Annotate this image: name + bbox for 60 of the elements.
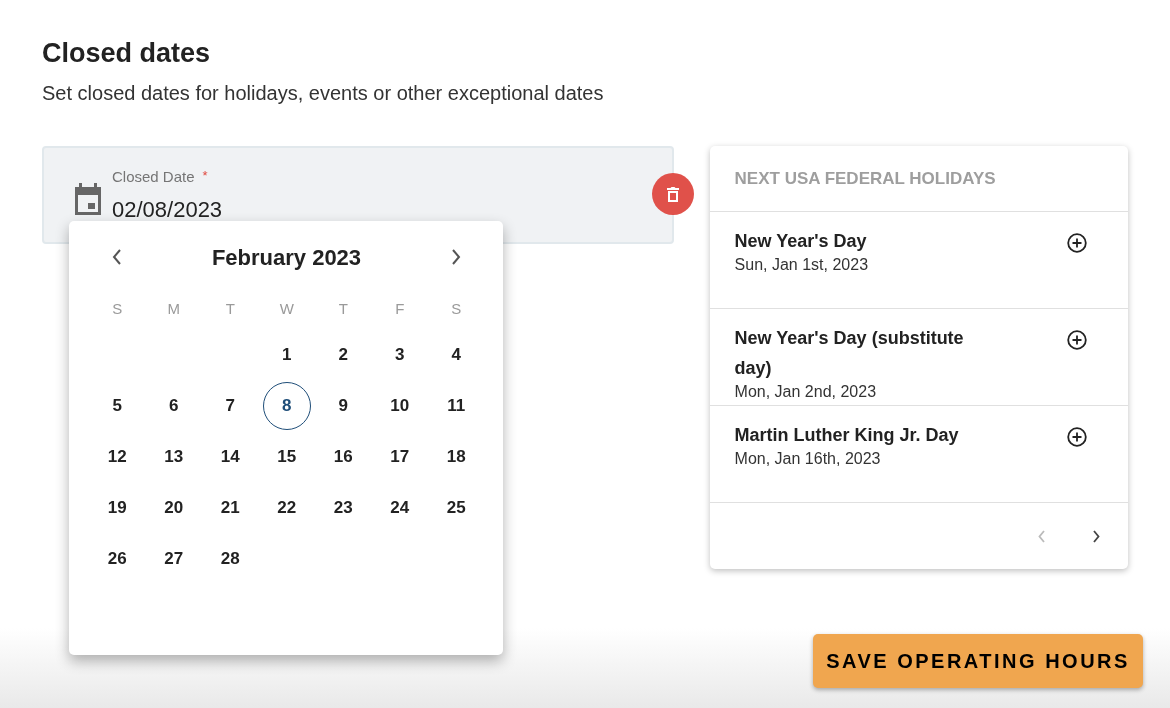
weekday-label: T [225,298,235,319]
day-button[interactable]: 11 [432,381,481,430]
day-button[interactable]: 10 [375,381,424,430]
month-title: February 2023 [211,243,362,272]
weekday-label: S [112,298,123,319]
day-button[interactable]: 13 [149,432,198,481]
page-subtitle: Set closed dates for holidays, events or other exceptional dates [42,81,605,106]
required-mark: * [202,167,208,185]
holiday-date: Mon, Jan 16th, 2023 [734,449,882,469]
holiday-name: Martin Luther King Jr. Day [734,424,960,447]
weekday-label: F [395,298,405,319]
save-button[interactable]: SAVE OPERATING HOURS [813,634,1143,688]
add-button[interactable] [1066,329,1088,351]
day-button[interactable]: 3 [375,330,424,379]
field-value: 02/08/2023 [112,195,223,224]
day-button[interactable]: 6 [149,381,198,430]
holiday-date: Mon, Jan 2nd, 2023 [734,382,878,402]
day-button[interactable]: 15 [262,432,311,481]
weekday-label: M [167,298,180,319]
trash-icon [666,186,679,202]
holiday-name: New Year's Day (substitute day) [734,327,965,380]
day-button[interactable]: 23 [319,483,368,532]
day-button[interactable]: 25 [432,483,481,532]
plus-circle-icon [1067,427,1087,447]
day-button[interactable]: 5 [93,381,142,430]
weekday-label: S [451,298,462,319]
day-button[interactable]: 21 [206,483,255,532]
day-button[interactable]: 2 [319,330,368,379]
holiday-date: Sun, Jan 1st, 2023 [734,255,870,275]
day-button[interactable]: 7 [206,381,255,430]
card-title: NEXT USA FEDERAL HOLIDAYS [734,167,996,190]
day-button[interactable]: 17 [375,432,424,481]
day-button[interactable]: 18 [432,432,481,481]
day-button[interactable]: 14 [206,432,255,481]
day-button[interactable]: 26 [93,534,142,583]
chevron-left-icon [112,249,122,265]
day-button[interactable]: 9 [319,381,368,430]
day-button[interactable]: 1 [262,330,311,379]
weekday-label: W [279,298,294,319]
day-button[interactable]: 4 [432,330,481,379]
plus-circle-icon [1067,330,1087,350]
field-label: Closed Date [112,167,195,187]
day-button[interactable]: 22 [262,483,311,532]
chevron-left-icon [1038,529,1046,543]
day-button[interactable]: 27 [149,534,198,583]
day-button[interactable]: 28 [206,534,255,583]
chevron-right-icon [1092,529,1100,543]
chevron-right-icon [451,249,461,265]
plus-circle-icon [1067,233,1087,253]
day-button[interactable]: 16 [319,432,368,481]
holiday-name: New Year's Day [734,230,868,253]
day-button[interactable]: 20 [149,483,198,532]
day-button[interactable]: 19 [93,483,142,532]
page-title: Closed dates [42,37,212,70]
day-button[interactable]: 24 [375,483,424,532]
weekday-label: T [338,298,348,319]
add-button[interactable] [1066,426,1088,448]
add-button[interactable] [1066,232,1088,254]
day-button[interactable]: 12 [93,432,142,481]
calendar-icon [73,183,103,215]
